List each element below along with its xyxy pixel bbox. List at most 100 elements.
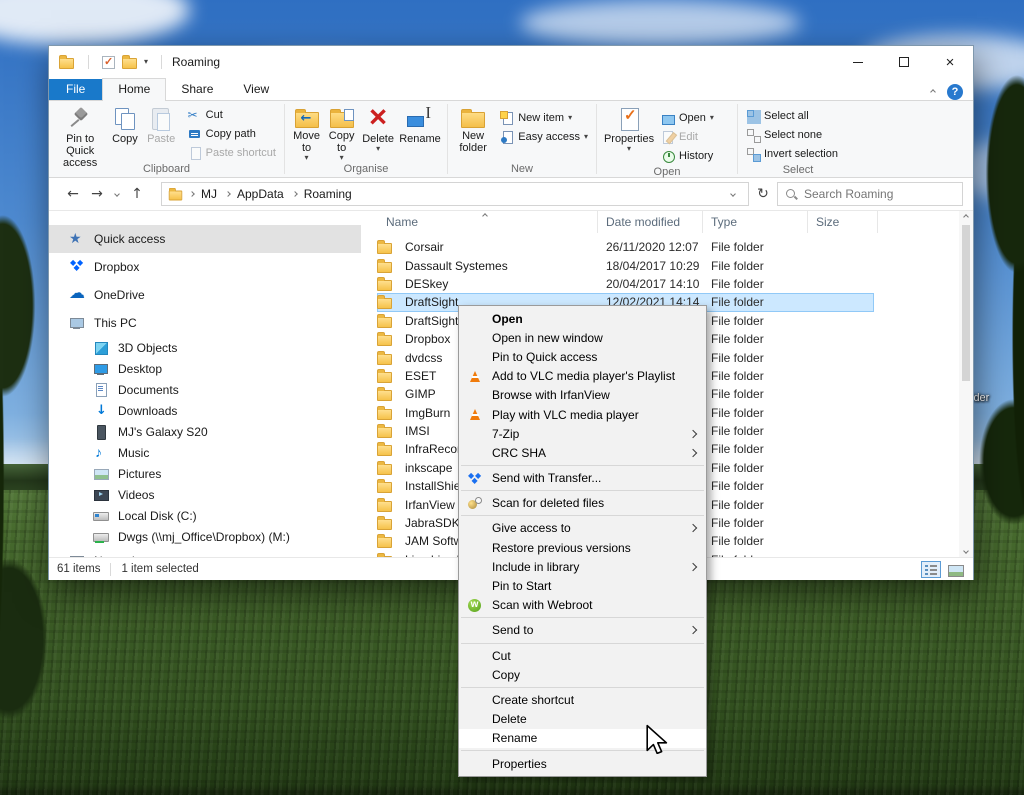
context-menu-item[interactable]: Scan with Webroot	[459, 596, 706, 615]
sidebar-item[interactable]: OneDrive	[49, 281, 361, 309]
sidebar-item[interactable]: MJ's Galaxy S20	[49, 421, 361, 442]
file-row[interactable]: Corsair 26/11/2020 12:07 File folder	[377, 238, 874, 256]
sidebar-item[interactable]: Videos	[49, 484, 361, 505]
context-menu-item[interactable]: Send with Transfer...	[459, 469, 706, 488]
invert-selection-button[interactable]: Invert selection	[742, 144, 842, 163]
context-menu-item[interactable]: Play with VLC media player	[459, 405, 706, 424]
menu-separator	[461, 617, 704, 618]
pin-to-quick-access-button[interactable]: Pin to Quick access	[53, 104, 107, 162]
context-menu-item[interactable]: Give access to	[459, 519, 706, 538]
copy-to-button[interactable]: Copy to ▾	[324, 104, 359, 162]
file-row[interactable]: DESkey 20/04/2017 14:10 File folder	[377, 275, 874, 293]
breadcrumb-item[interactable]: AppData	[219, 187, 286, 201]
large-icons-view-button[interactable]	[945, 561, 965, 578]
context-menu-item[interactable]: Pin to Start	[459, 576, 706, 595]
edit-button[interactable]: Edit	[657, 127, 718, 146]
menu-item-label: Open in new window	[492, 331, 603, 345]
minimize-button[interactable]	[835, 46, 881, 78]
new-folder-qat-icon[interactable]	[122, 58, 137, 69]
context-menu-item[interactable]: Send to	[459, 621, 706, 640]
collapse-ribbon-icon[interactable]	[930, 89, 936, 95]
properties-button[interactable]: Properties ▾	[601, 104, 657, 162]
context-menu-item[interactable]: Open in new window	[459, 328, 706, 347]
column-header-type[interactable]: Type	[703, 211, 808, 233]
context-menu-item[interactable]: Copy	[459, 665, 706, 684]
context-menu-item[interactable]: 7-Zip	[459, 424, 706, 443]
context-menu-item[interactable]: Pin to Quick access	[459, 347, 706, 366]
sidebar-item[interactable]: Dwgs (\\mj_Office\Dropbox) (M:)	[49, 526, 361, 547]
context-menu-item[interactable]: Browse with IrfanView	[459, 386, 706, 405]
breadcrumb-item[interactable]: MJ	[183, 187, 219, 201]
easy-access-button[interactable]: Easy access ▾	[496, 127, 592, 146]
customize-qat-chevron-icon[interactable]: ▾	[144, 58, 148, 66]
paste-button[interactable]: Paste	[143, 104, 180, 162]
address-dropdown-chevron-icon[interactable]	[724, 192, 742, 196]
tab-home[interactable]: Home	[102, 78, 166, 101]
submenu-chevron-icon	[689, 524, 697, 532]
submenu-chevron-icon	[689, 449, 697, 457]
maximize-button[interactable]	[881, 46, 927, 78]
sidebar-item[interactable]: Downloads	[49, 400, 361, 421]
sidebar-item[interactable]: Music	[49, 442, 361, 463]
help-icon[interactable]: ?	[947, 84, 963, 100]
paste-shortcut-button[interactable]: Paste shortcut	[184, 143, 280, 162]
context-menu-item[interactable]: Restore previous versions	[459, 538, 706, 557]
forward-button[interactable]: →	[85, 186, 109, 202]
new-folder-button[interactable]: New folder	[452, 104, 494, 162]
sidebar-item[interactable]: Quick access	[49, 225, 361, 253]
sidebar-item[interactable]: Documents	[49, 379, 361, 400]
sidebar-item[interactable]: Dropbox	[49, 253, 361, 281]
copy-path-button[interactable]: Copy path	[184, 124, 280, 143]
sidebar-item-label: Local Disk (C:)	[118, 509, 197, 523]
scroll-up-icon[interactable]	[963, 214, 969, 220]
close-button[interactable]: ×	[927, 46, 973, 78]
new-item-button[interactable]: New item ▾	[496, 108, 592, 127]
tab-view[interactable]: View	[228, 79, 284, 100]
context-menu-item[interactable]: Cut	[459, 646, 706, 665]
file-row[interactable]: Dassault Systemes 18/04/2017 10:29 File …	[377, 256, 874, 274]
up-button[interactable]: ↑	[125, 186, 149, 202]
recent-locations-chevron-icon[interactable]	[109, 192, 125, 196]
move-to-button[interactable]: Move to ▾	[289, 104, 324, 162]
context-menu-item[interactable]: Include in library	[459, 557, 706, 576]
sidebar-item[interactable]: Network	[49, 547, 361, 557]
context-menu-item[interactable]: Open	[459, 309, 706, 328]
context-menu-item[interactable]: Properties	[459, 754, 706, 773]
filelist-scrollbar[interactable]	[959, 211, 973, 557]
delete-button[interactable]: Delete ▾	[359, 104, 397, 162]
sidebar-item[interactable]: Desktop	[49, 358, 361, 379]
tab-file[interactable]: File	[49, 79, 102, 100]
cut-button[interactable]: Cut	[184, 105, 280, 124]
context-menu-item[interactable]: Add to VLC media player's Playlist	[459, 367, 706, 386]
column-header-date-modified[interactable]: Date modified	[598, 211, 703, 233]
sidebar-item[interactable]: 3D Objects	[49, 337, 361, 358]
file-type: File folder	[711, 461, 874, 475]
history-button[interactable]: History	[657, 146, 718, 165]
rename-button[interactable]: Rename	[397, 104, 443, 162]
context-menu-item[interactable]: CRC SHA	[459, 443, 706, 462]
menu-item-label: 7-Zip	[492, 427, 519, 441]
tab-share[interactable]: Share	[166, 79, 228, 100]
breadcrumb-item[interactable]: Roaming	[286, 187, 354, 201]
menu-item-label: Give access to	[492, 521, 571, 535]
column-header-size[interactable]: Size	[808, 211, 878, 233]
sidebar-item[interactable]: This PC	[49, 309, 361, 337]
open-button[interactable]: Open ▾	[657, 108, 718, 127]
sidebar-item[interactable]: Pictures	[49, 463, 361, 484]
select-none-button[interactable]: Select none	[742, 125, 842, 144]
scroll-down-icon[interactable]	[963, 548, 969, 554]
search-input[interactable]	[804, 187, 955, 201]
context-menu-item[interactable]: Create shortcut	[459, 690, 706, 709]
sidebar-item[interactable]: Local Disk (C:)	[49, 505, 361, 526]
folder-icon	[377, 317, 392, 328]
back-button[interactable]: ←	[61, 186, 85, 202]
column-header-name[interactable]: Name	[361, 211, 598, 233]
context-menu-item[interactable]: Scan for deleted files	[459, 494, 706, 513]
refresh-icon[interactable]: ↻	[749, 186, 777, 202]
address-box[interactable]: MJ AppData Roaming	[161, 182, 749, 206]
select-all-button[interactable]: Select all	[742, 106, 842, 125]
properties-qat-icon[interactable]	[102, 56, 115, 69]
copy-button[interactable]: Copy	[107, 104, 142, 162]
details-view-button[interactable]	[921, 561, 941, 578]
scrollbar-thumb[interactable]	[962, 225, 970, 381]
